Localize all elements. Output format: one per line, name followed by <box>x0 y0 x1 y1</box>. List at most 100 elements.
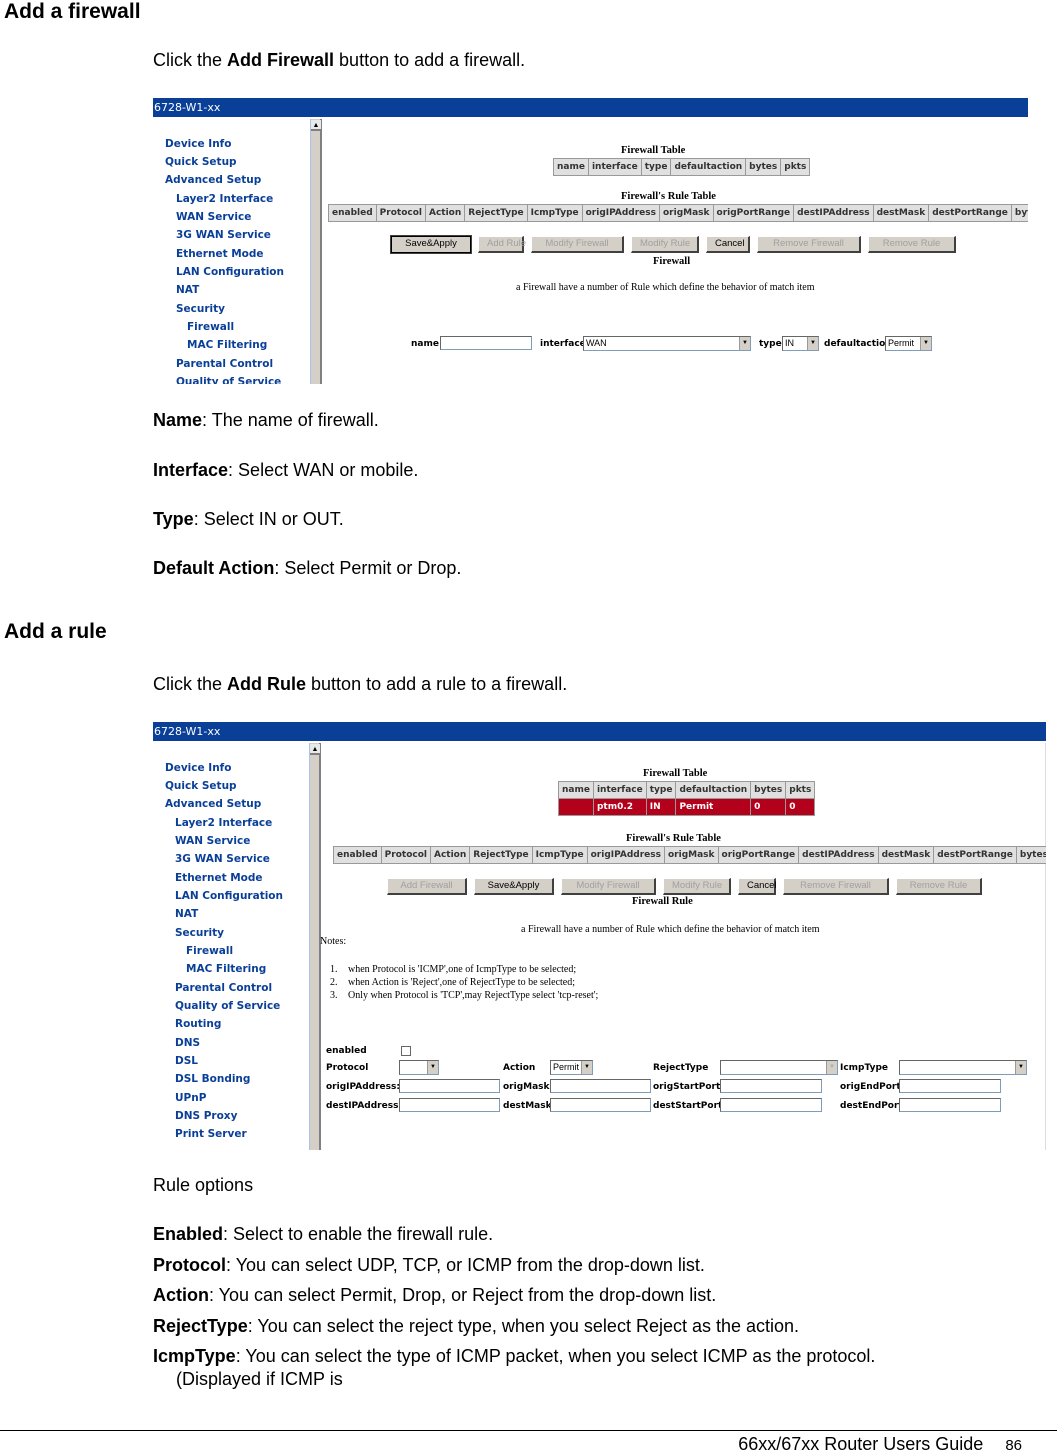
nav-item-quick-setup[interactable]: Quick Setup <box>165 156 237 168</box>
interface-select[interactable]: WAN ▼ <box>583 336 751 351</box>
nav-item-dns[interactable]: DNS <box>175 1037 200 1049</box>
nav-item-parental-control[interactable]: Parental Control <box>176 358 273 370</box>
modify-rule-button[interactable]: Modify Rule <box>663 878 731 895</box>
remove-rule-button[interactable]: Remove Rule <box>896 878 982 895</box>
action-label: Action <box>503 1063 536 1073</box>
col-icmptype: IcmpType <box>531 846 588 864</box>
nav-item-dns-proxy[interactable]: DNS Proxy <box>175 1110 237 1122</box>
col-origportrange: origPortRange <box>712 204 795 222</box>
nav-item-quick-setup[interactable]: Quick Setup <box>165 780 237 792</box>
enabled-checkbox[interactable] <box>401 1046 411 1056</box>
col-defaultaction: defaultaction <box>675 781 752 799</box>
notes-list: when Protocol is 'ICMP',one of IcmpType … <box>320 963 598 1002</box>
cell-pkts: 0 <box>785 798 816 816</box>
origipaddress-input[interactable] <box>399 1079 500 1093</box>
rule-table: enabled Protocol Action RejectType IcmpT… <box>333 846 1046 864</box>
col-origipaddress: origIPAddress <box>581 204 661 222</box>
nav-item-nat[interactable]: NAT <box>175 908 198 920</box>
intro-text: button to add a firewall. <box>334 50 526 70</box>
nav-item-lan-configuration[interactable]: LAN Configuration <box>175 890 283 902</box>
origstartport-label: origStartPort <box>653 1082 721 1092</box>
cancel-button[interactable]: Cancel <box>738 878 777 895</box>
field-term: Name <box>153 410 203 430</box>
nav-item-ethernet-mode[interactable]: Ethernet Mode <box>176 248 264 260</box>
nav-item-lan-configuration[interactable]: LAN Configuration <box>176 266 284 278</box>
nav-item-ethernet-mode[interactable]: Ethernet Mode <box>175 872 263 884</box>
icmptype-continuation: (Displayed if ICMP is <box>176 1369 343 1389</box>
origmask-input[interactable] <box>550 1079 651 1093</box>
nav-item-dsl-bonding[interactable]: DSL Bonding <box>175 1073 250 1085</box>
rule-table: enabled Protocol Action RejectType IcmpT… <box>328 204 1028 222</box>
defaultaction-select[interactable]: Permit ▼ <box>885 336 932 351</box>
nav-item-dsl[interactable]: DSL <box>175 1055 198 1067</box>
remove-firewall-button[interactable]: Remove Firewall <box>783 878 889 895</box>
icmptype-label: IcmpType <box>840 1063 888 1073</box>
save-apply-button[interactable]: Save&Apply <box>390 235 472 254</box>
scroll-up-arrow-icon[interactable]: ▲ <box>310 744 320 755</box>
nav-item-layer2-interface[interactable]: Layer2 Interface <box>175 817 272 829</box>
add-rule-button[interactable]: Add Rule <box>478 236 526 253</box>
nav-item-3g-wan-service[interactable]: 3G WAN Service <box>175 853 270 865</box>
interface-label: interface <box>540 339 586 349</box>
nav-item-quality-of-service[interactable]: Quality of Service <box>176 376 281 384</box>
firewall-table: name interface type defaultaction bytes … <box>558 781 816 816</box>
col-bytes: bytes <box>1015 846 1046 864</box>
nav-item-device-info[interactable]: Device Info <box>165 762 231 774</box>
cancel-button[interactable]: Cancel <box>706 236 750 253</box>
nav-item-routing[interactable]: Routing <box>175 1018 221 1030</box>
intro-text: Click the <box>153 50 228 70</box>
col-type: type <box>640 158 672 176</box>
sidebar-scrollbar[interactable]: ▲ <box>310 119 322 384</box>
icmptype-select[interactable]: ▼ <box>899 1060 1027 1075</box>
nav-item-print-server[interactable]: Print Server <box>175 1128 247 1140</box>
action-select[interactable]: Permit ▼ <box>550 1060 593 1075</box>
nav-item-security[interactable]: Security <box>176 303 225 315</box>
nav-item-parental-control[interactable]: Parental Control <box>175 982 272 994</box>
nav-item-mac-filtering[interactable]: MAC Filtering <box>187 339 267 351</box>
chevron-down-icon: ▼ <box>1015 1061 1026 1074</box>
destendport-input[interactable] <box>899 1098 1001 1112</box>
destmask-input[interactable] <box>550 1098 651 1112</box>
nav-item-3g-wan-service[interactable]: 3G WAN Service <box>176 229 271 241</box>
nav-item-nat[interactable]: NAT <box>176 284 199 296</box>
nav-item-advanced-setup[interactable]: Advanced Setup <box>165 798 261 810</box>
nav-item-quality-of-service[interactable]: Quality of Service <box>175 1000 280 1012</box>
field-desc: : The name of firewall. <box>202 410 379 430</box>
field-term: Type <box>153 509 194 529</box>
nav-item-firewall[interactable]: Firewall <box>186 945 233 957</box>
modify-rule-button[interactable]: Modify Rule <box>631 236 699 253</box>
field-desc: : Select WAN or mobile. <box>228 460 419 480</box>
rejecttype-select[interactable]: ▼ <box>720 1060 838 1075</box>
modify-firewall-button[interactable]: Modify Firewall <box>531 236 624 253</box>
nav-item-upnp[interactable]: UPnP <box>175 1092 206 1104</box>
col-type: type <box>645 781 677 799</box>
col-name: name <box>553 158 589 176</box>
nav-item-device-info[interactable]: Device Info <box>165 138 231 150</box>
nav-item-wan-service[interactable]: WAN Service <box>176 211 251 223</box>
modify-firewall-button[interactable]: Modify Firewall <box>561 878 656 895</box>
nav-item-advanced-setup[interactable]: Advanced Setup <box>165 174 261 186</box>
remove-rule-button[interactable]: Remove Rule <box>868 236 956 253</box>
name-input[interactable] <box>440 336 532 350</box>
nav-item-wan-service[interactable]: WAN Service <box>175 835 250 847</box>
field-desc-icmptype: IcmpType: You can select the type of ICM… <box>153 1346 875 1367</box>
add-firewall-button[interactable]: Add Firewall <box>387 878 467 895</box>
rule-table-header-row: enabled Protocol Action RejectType IcmpT… <box>333 846 1046 864</box>
origendport-input[interactable] <box>899 1079 1001 1093</box>
deststartport-input[interactable] <box>720 1098 822 1112</box>
nav-item-security[interactable]: Security <box>175 927 224 939</box>
field-desc-type: Type: Select IN or OUT. <box>153 509 344 530</box>
chevron-down-icon: ▼ <box>826 1061 837 1074</box>
origstartport-input[interactable] <box>720 1079 822 1093</box>
destipaddress-input[interactable] <box>399 1098 500 1112</box>
nav-item-mac-filtering[interactable]: MAC Filtering <box>186 963 266 975</box>
save-apply-button[interactable]: Save&Apply <box>474 878 554 895</box>
firewall-table-row[interactable]: ptm0.2 IN Permit 0 0 <box>558 798 816 816</box>
protocol-select[interactable]: ▼ <box>399 1060 439 1075</box>
nav-item-layer2-interface[interactable]: Layer2 Interface <box>176 193 273 205</box>
nav-item-firewall[interactable]: Firewall <box>187 321 234 333</box>
remove-firewall-button[interactable]: Remove Firewall <box>757 236 861 253</box>
main-content: Firewall Table name interface type defau… <box>325 119 1028 384</box>
type-select[interactable]: IN ▼ <box>782 336 819 351</box>
scroll-up-arrow-icon[interactable]: ▲ <box>311 120 321 131</box>
